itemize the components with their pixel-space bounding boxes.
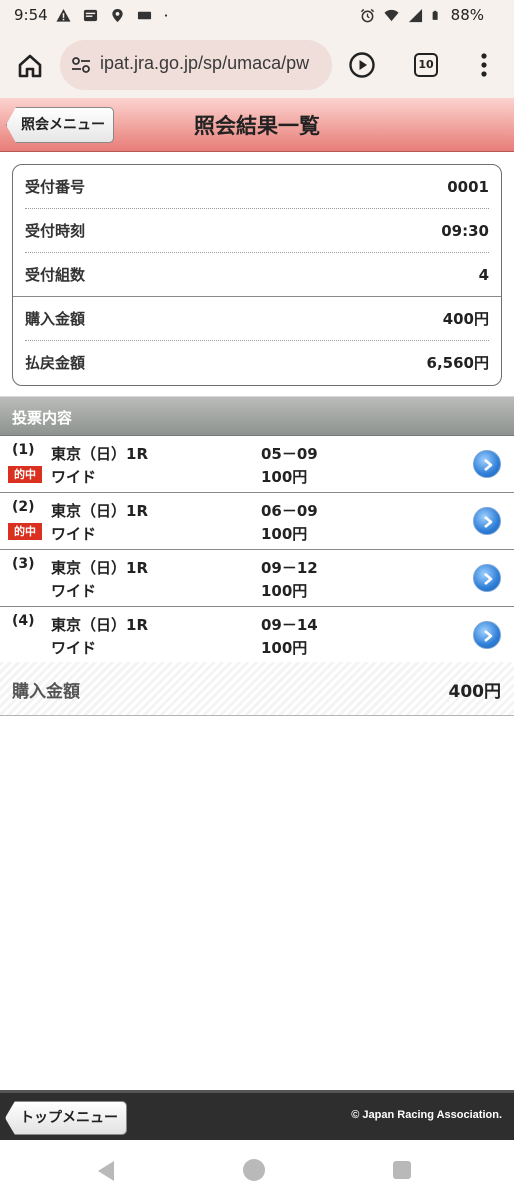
summary-card: 受付番号 0001 受付時刻 09:30 受付組数 4 購入金額 400円 払戻…	[12, 164, 502, 386]
bet-number: (4)	[12, 613, 35, 629]
dot-icon	[164, 14, 168, 17]
bet-combination: 06－09	[261, 502, 318, 520]
detail-arrow-button[interactable]	[473, 450, 501, 478]
browser-toolbar: ipat.jra.go.jp/sp/umaca/pw 10	[0, 32, 514, 98]
cast-icon	[137, 11, 152, 20]
bet-combination: 09－12	[261, 559, 318, 577]
bet-type: ワイド	[51, 468, 97, 486]
battery-icon	[432, 10, 438, 20]
battery-level: 88%	[450, 6, 484, 24]
summary-value: 400円	[442, 310, 489, 328]
bet-race: 東京（日）1R	[51, 616, 148, 634]
more-menu-icon[interactable]	[474, 52, 494, 78]
bet-combination: 05－09	[261, 445, 318, 463]
bet-type: ワイド	[51, 525, 97, 543]
copyright: © Japan Racing Association.	[351, 1109, 502, 1121]
system-nav-bar	[0, 1140, 514, 1200]
home-nav-icon[interactable]	[243, 1159, 265, 1181]
bet-combination: 09－14	[261, 616, 318, 634]
chevron-right-icon	[484, 573, 493, 585]
bet-row[interactable]: (2) 的中 東京（日）1R ワイド 06－09 100円	[0, 493, 514, 550]
bet-number: (1)	[12, 442, 35, 458]
summary-row-receipt-number: 受付番号 0001	[25, 165, 489, 208]
location-icon	[112, 8, 123, 23]
summary-value: 09:30	[441, 221, 489, 240]
section-title: 投票内容	[12, 409, 73, 427]
bet-race: 東京（日）1R	[51, 559, 148, 577]
play-icon[interactable]	[348, 51, 376, 79]
hit-badge: 的中	[8, 466, 42, 483]
summary-value: 0001	[447, 177, 489, 196]
status-time: 9:54	[14, 6, 48, 24]
home-icon[interactable]	[16, 52, 44, 80]
page-title: 照会結果一覧	[194, 114, 320, 138]
section-header: 投票内容	[0, 396, 514, 436]
bet-amount: 100円	[261, 582, 308, 600]
summary-row-purchase-amount: 購入金額 400円	[25, 297, 489, 340]
summary-row-payout-amount: 払戻金額 6,560円	[25, 341, 489, 384]
recents-icon[interactable]	[393, 1161, 411, 1179]
total-value: 400円	[448, 682, 502, 702]
bet-row[interactable]: (3) 東京（日）1R ワイド 09－12 100円	[0, 550, 514, 607]
chevron-right-icon	[484, 459, 493, 471]
detail-arrow-button[interactable]	[473, 564, 501, 592]
summary-label: 払戻金額	[25, 354, 86, 372]
signal-icon	[408, 8, 422, 22]
bet-amount: 100円	[261, 639, 308, 657]
bet-amount: 100円	[261, 468, 308, 486]
bet-row[interactable]: (4) 東京（日）1R ワイド 09－14 100円	[0, 607, 514, 664]
news-icon	[83, 9, 98, 22]
back-icon[interactable]	[96, 1160, 116, 1182]
summary-label: 購入金額	[25, 310, 86, 328]
summary-row-set-count: 受付組数 4	[25, 253, 489, 296]
summary-value: 6,560円	[426, 354, 489, 372]
address-bar[interactable]: ipat.jra.go.jp/sp/umaca/pw	[60, 40, 332, 90]
system-icons: 88%	[360, 6, 484, 24]
hit-badge: 的中	[8, 523, 42, 540]
page-header: 照会メニュー 照会結果一覧	[0, 98, 514, 152]
page-footer: トップメニュー © Japan Racing Association.	[0, 1090, 514, 1140]
detail-arrow-button[interactable]	[473, 621, 501, 649]
status-bar: 9:54 88%	[0, 0, 514, 32]
detail-arrow-button[interactable]	[473, 507, 501, 535]
summary-value: 4	[478, 265, 489, 284]
bet-number: (2)	[12, 499, 35, 515]
bet-row[interactable]: (1) 的中 東京（日）1R ワイド 05－09 100円	[0, 436, 514, 493]
chevron-right-icon	[484, 516, 493, 528]
summary-label: 受付時刻	[25, 222, 86, 240]
warning-icon	[56, 8, 71, 22]
bet-amount: 100円	[261, 525, 308, 543]
chevron-right-icon	[484, 630, 493, 642]
wifi-icon	[384, 9, 399, 21]
bet-type: ワイド	[51, 639, 97, 657]
site-settings-icon[interactable]	[70, 54, 92, 76]
summary-row-receipt-time: 受付時刻 09:30	[25, 209, 489, 252]
bet-number: (3)	[12, 556, 35, 572]
bet-race: 東京（日）1R	[51, 502, 148, 520]
total-label: 購入金額	[12, 682, 80, 702]
notification-icons	[56, 8, 172, 23]
bet-type: ワイド	[51, 582, 97, 600]
alarm-icon	[360, 8, 374, 22]
purchase-total: 購入金額 400円	[0, 662, 514, 716]
top-menu-button[interactable]: トップメニュー	[5, 1101, 127, 1135]
tab-switcher-button[interactable]: 10	[414, 53, 438, 77]
summary-label: 受付番号	[25, 178, 86, 196]
summary-label: 受付組数	[25, 266, 86, 284]
bet-race: 東京（日）1R	[51, 445, 148, 463]
url-text[interactable]: ipat.jra.go.jp/sp/umaca/pw	[100, 53, 326, 74]
